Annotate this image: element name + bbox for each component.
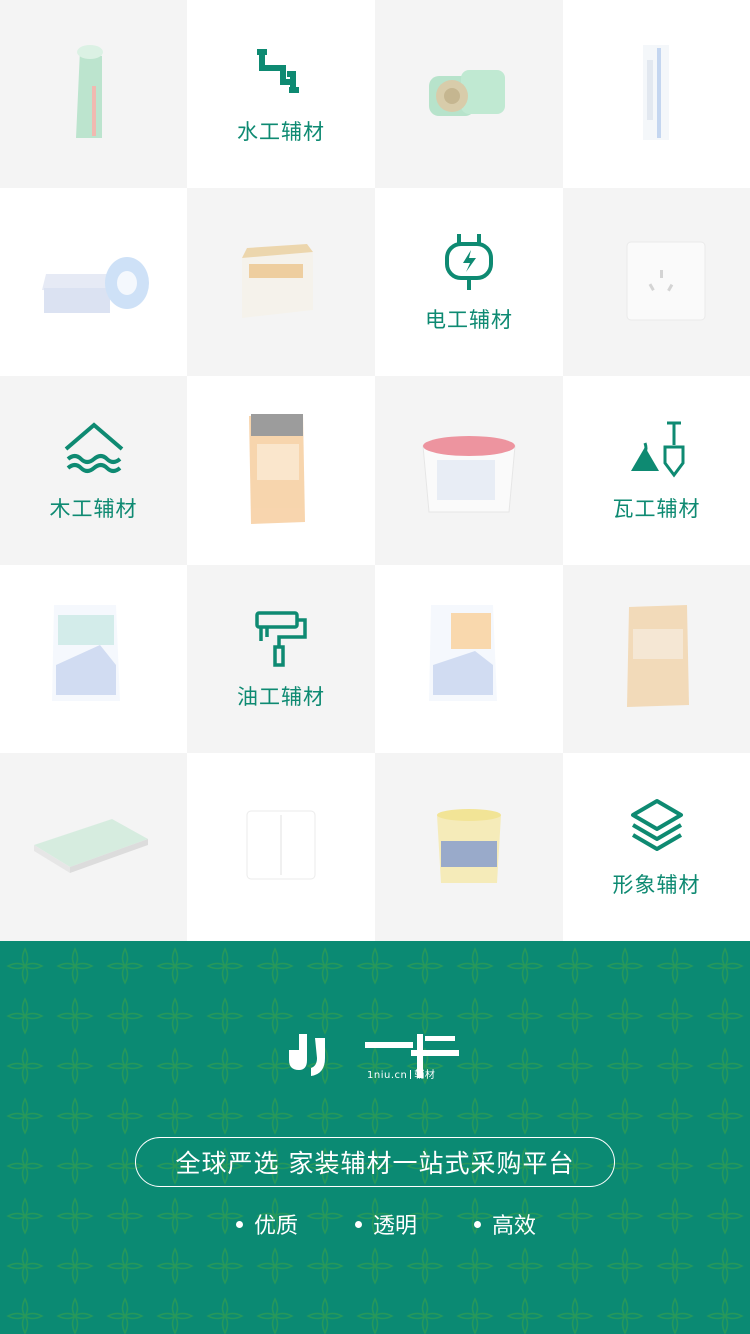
product-tile-putty-2[interactable] [375,565,563,753]
category-image[interactable]: 形象辅材 [563,753,750,941]
category-label: 电工辅材 [425,308,513,332]
feature-text: 透明 [372,1214,417,1239]
product-tile-glue-bucket[interactable] [375,753,563,941]
feature-text: 高效 [491,1214,536,1239]
ppr-pipe-image [0,0,187,188]
product-tile-wire-box[interactable] [0,188,187,376]
bullet-icon [473,1220,481,1228]
category-label: 瓦工辅材 [612,496,701,521]
feature-item: 高效 [473,1208,536,1240]
category-electrical[interactable]: 电工辅材 [375,188,563,376]
trowel-icon [630,421,684,477]
category-label: 水工辅材 [237,120,325,144]
brand-domain: 1niu.cn 辅材 [367,1066,435,1081]
category-grid: 水工辅材 电工辅材 木工辅材 瓦工辅材 油工辅材 形象辅材 [0,0,750,941]
feature-item: 优质 [236,1208,298,1240]
category-label: 形象辅材 [612,873,701,897]
roof-waves-icon [64,421,123,473]
product-tile-grout[interactable] [563,565,750,753]
product-tile-ppr-pipe[interactable] [0,0,187,188]
product-tile-socket[interactable] [563,188,750,376]
category-masonry[interactable]: 瓦工辅材 [563,376,750,565]
category-label: 油工辅材 [237,685,325,709]
product-tile-elbow[interactable] [375,0,563,188]
category-label: 木工辅材 [49,496,138,521]
putty-bag-image [375,565,563,753]
tile-adhesive-bag-image [187,376,375,565]
category-painting[interactable]: 油工辅材 [187,565,375,753]
product-tile-putty-1[interactable] [0,565,187,753]
category-carpentry[interactable]: 木工辅材 [0,376,187,565]
grout-bag-image [563,565,750,753]
feature-text: 优质 [254,1214,299,1239]
putty-bag-image [0,565,187,753]
elbow-fitting-image [375,0,563,188]
brand-tag: 辅材 [414,1070,436,1081]
wire-box-image [0,188,187,376]
wall-socket-image [563,188,750,376]
pipe-package-image [563,0,750,188]
product-tile-carton[interactable] [187,188,375,376]
paint-bucket-image [375,376,563,565]
paint-roller-icon [255,611,307,667]
divider [410,1070,412,1079]
feature-list: 优质 透明 高效 [236,1208,536,1240]
product-tile-gypsum-board[interactable] [0,753,187,941]
bullet-icon [236,1220,243,1228]
gypsum-board-image [0,753,187,941]
product-tile-pipe-package[interactable] [563,0,750,188]
layers-icon [630,799,683,851]
glue-bucket-image [375,753,563,941]
category-plumbing[interactable]: 水工辅材 [187,0,375,188]
product-tile-tile-adhesive[interactable] [187,376,375,565]
product-tile-switch[interactable] [187,753,375,941]
domain-text: 1niu.cn [367,1070,408,1081]
bullet-icon [354,1220,362,1228]
plug-icon [445,234,493,290]
carton-box-image [187,188,375,376]
feature-item: 透明 [354,1208,417,1240]
pipe-icon [257,49,299,93]
slogan-pill: 全球严选 家装辅材一站式采购平台 [135,1137,615,1187]
product-tile-waterproof[interactable] [375,376,563,565]
wall-switch-image [187,753,375,941]
